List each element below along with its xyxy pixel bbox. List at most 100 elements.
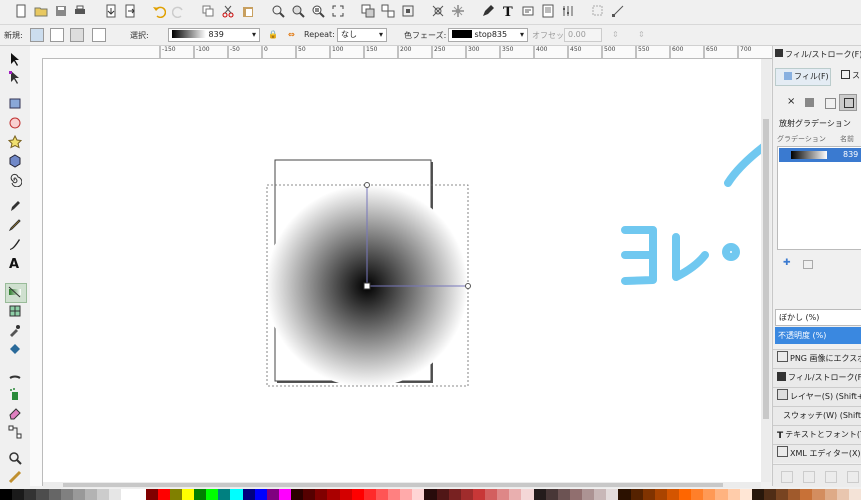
palette-swatch[interactable] bbox=[448, 489, 461, 500]
paste-icon[interactable] bbox=[241, 4, 255, 18]
selector-tool-icon[interactable] bbox=[8, 52, 22, 66]
palette-swatch[interactable] bbox=[400, 489, 413, 500]
stop-select[interactable]: stop835 ▾ bbox=[448, 28, 528, 42]
gradient-list-item[interactable]: 839 bbox=[779, 148, 861, 162]
new-document-icon[interactable] bbox=[14, 4, 28, 18]
opacity-slider[interactable]: 不透明度 (%) bbox=[775, 327, 861, 344]
palette-swatch[interactable] bbox=[12, 489, 25, 500]
fullscreen-icon[interactable] bbox=[331, 4, 345, 18]
zoom-selection-icon[interactable] bbox=[271, 4, 285, 18]
palette-swatch[interactable] bbox=[121, 489, 134, 500]
palette-swatch[interactable] bbox=[679, 489, 692, 500]
palette-swatch[interactable] bbox=[630, 489, 643, 500]
dock-footer-icon[interactable] bbox=[781, 471, 793, 483]
3d-box-tool-icon[interactable] bbox=[8, 154, 22, 168]
palette-swatch[interactable] bbox=[800, 489, 813, 500]
transform-icon[interactable] bbox=[451, 4, 465, 18]
horizontal-scrollbar[interactable] bbox=[43, 482, 761, 488]
text-font-icon[interactable]: T bbox=[501, 4, 515, 18]
ungroup-icon[interactable] bbox=[381, 4, 395, 18]
palette-swatch[interactable] bbox=[157, 489, 170, 500]
dock-swatches[interactable]: スウォッチ(W) (Shift+ bbox=[773, 406, 861, 425]
duplicate-icon[interactable] bbox=[201, 4, 215, 18]
horizontal-scroll-thumb[interactable] bbox=[63, 483, 723, 487]
dropper-tool-icon[interactable] bbox=[8, 323, 22, 337]
vertical-scrollbar[interactable] bbox=[761, 59, 771, 482]
palette-swatch[interactable] bbox=[569, 489, 582, 500]
palette-swatch[interactable] bbox=[715, 489, 728, 500]
linear-gradient-button[interactable] bbox=[30, 28, 44, 42]
palette-swatch[interactable] bbox=[315, 489, 328, 500]
dock-footer-icon[interactable] bbox=[803, 471, 815, 483]
palette-swatch[interactable] bbox=[824, 489, 837, 500]
palette-swatch[interactable] bbox=[218, 489, 231, 500]
palette-swatch[interactable] bbox=[60, 489, 73, 500]
rectangle-tool-icon[interactable] bbox=[8, 96, 22, 110]
palette-swatch[interactable] bbox=[424, 489, 437, 500]
spray-tool-icon[interactable] bbox=[8, 387, 22, 401]
vertical-scroll-thumb[interactable] bbox=[763, 119, 769, 419]
palette-swatch[interactable] bbox=[109, 489, 122, 500]
star-tool-icon[interactable] bbox=[8, 135, 22, 149]
palette-swatch[interactable] bbox=[436, 489, 449, 500]
palette-swatch[interactable] bbox=[460, 489, 473, 500]
zoom-tool-icon[interactable] bbox=[8, 451, 22, 465]
palette-swatch[interactable] bbox=[303, 489, 316, 500]
snap-icon[interactable] bbox=[591, 4, 605, 18]
blur-slider[interactable]: ぼかし (%) bbox=[775, 309, 861, 326]
palette-swatch[interactable] bbox=[485, 489, 498, 500]
zoom-page-icon[interactable] bbox=[311, 4, 325, 18]
dock-png-export[interactable]: PNG 画像にエクスポート bbox=[773, 349, 861, 368]
palette-swatch[interactable] bbox=[497, 489, 510, 500]
ellipse-tool-icon[interactable] bbox=[8, 116, 22, 130]
palette-swatch[interactable] bbox=[388, 489, 401, 500]
palette-swatch[interactable] bbox=[24, 489, 37, 500]
palette-swatch[interactable] bbox=[618, 489, 631, 500]
tab-fill[interactable]: フィル(F) bbox=[775, 68, 831, 86]
gradient-center-handle[interactable] bbox=[363, 282, 371, 290]
palette-swatch[interactable] bbox=[412, 489, 425, 500]
palette-swatch[interactable] bbox=[327, 489, 340, 500]
clone-icon[interactable] bbox=[401, 4, 415, 18]
palette-swatch[interactable] bbox=[642, 489, 655, 500]
palette-swatch[interactable] bbox=[351, 489, 364, 500]
stroke-target-button[interactable] bbox=[92, 28, 106, 42]
node-tool-icon[interactable] bbox=[8, 70, 22, 84]
document-properties-icon[interactable] bbox=[541, 4, 555, 18]
redo-icon[interactable] bbox=[172, 4, 186, 18]
palette-swatch[interactable] bbox=[788, 489, 801, 500]
palette-swatch[interactable] bbox=[133, 489, 146, 500]
palette-swatch[interactable] bbox=[533, 489, 546, 500]
export-icon[interactable] bbox=[123, 4, 137, 18]
mesh-tool-icon[interactable] bbox=[8, 304, 22, 318]
palette-swatch[interactable] bbox=[254, 489, 267, 500]
palette-swatch[interactable] bbox=[181, 489, 194, 500]
pencil-tool-icon[interactable] bbox=[8, 218, 22, 232]
connector-tool-icon[interactable] bbox=[8, 425, 22, 439]
no-paint-icon[interactable]: × bbox=[787, 96, 795, 107]
dock-xml-editor[interactable]: XML エディター(X) (Shift bbox=[773, 444, 861, 463]
palette-swatch[interactable] bbox=[339, 489, 352, 500]
gradient-radius-handle-right[interactable] bbox=[465, 283, 471, 289]
palette-swatch[interactable] bbox=[169, 489, 182, 500]
palette-swatch[interactable] bbox=[654, 489, 667, 500]
palette-swatch[interactable] bbox=[557, 489, 570, 500]
palette-swatch[interactable] bbox=[36, 489, 49, 500]
palette-swatch[interactable] bbox=[266, 489, 279, 500]
pen-tool-icon[interactable] bbox=[8, 199, 22, 213]
palette-swatch[interactable] bbox=[363, 489, 376, 500]
text-tool-icon[interactable]: A bbox=[8, 256, 22, 270]
add-gradient-icon[interactable]: ✚ bbox=[783, 258, 791, 268]
delete-stop-icon[interactable]: ⇕ bbox=[638, 30, 645, 39]
repeat-select[interactable]: なし ▾ bbox=[337, 28, 387, 42]
palette-swatch[interactable] bbox=[763, 489, 776, 500]
palette-swatch[interactable] bbox=[836, 489, 849, 500]
gradient-select[interactable]: 839 ▾ bbox=[168, 28, 260, 42]
preferences-icon[interactable] bbox=[561, 4, 575, 18]
reverse-icon[interactable]: ⇔ bbox=[288, 30, 295, 39]
undo-icon[interactable] bbox=[152, 4, 166, 18]
dock-text-font[interactable]: Tテキストとフォント(T) (S bbox=[773, 425, 861, 444]
palette-swatch[interactable] bbox=[545, 489, 558, 500]
palette-swatch[interactable] bbox=[739, 489, 752, 500]
eraser-tool-icon[interactable] bbox=[8, 406, 22, 420]
